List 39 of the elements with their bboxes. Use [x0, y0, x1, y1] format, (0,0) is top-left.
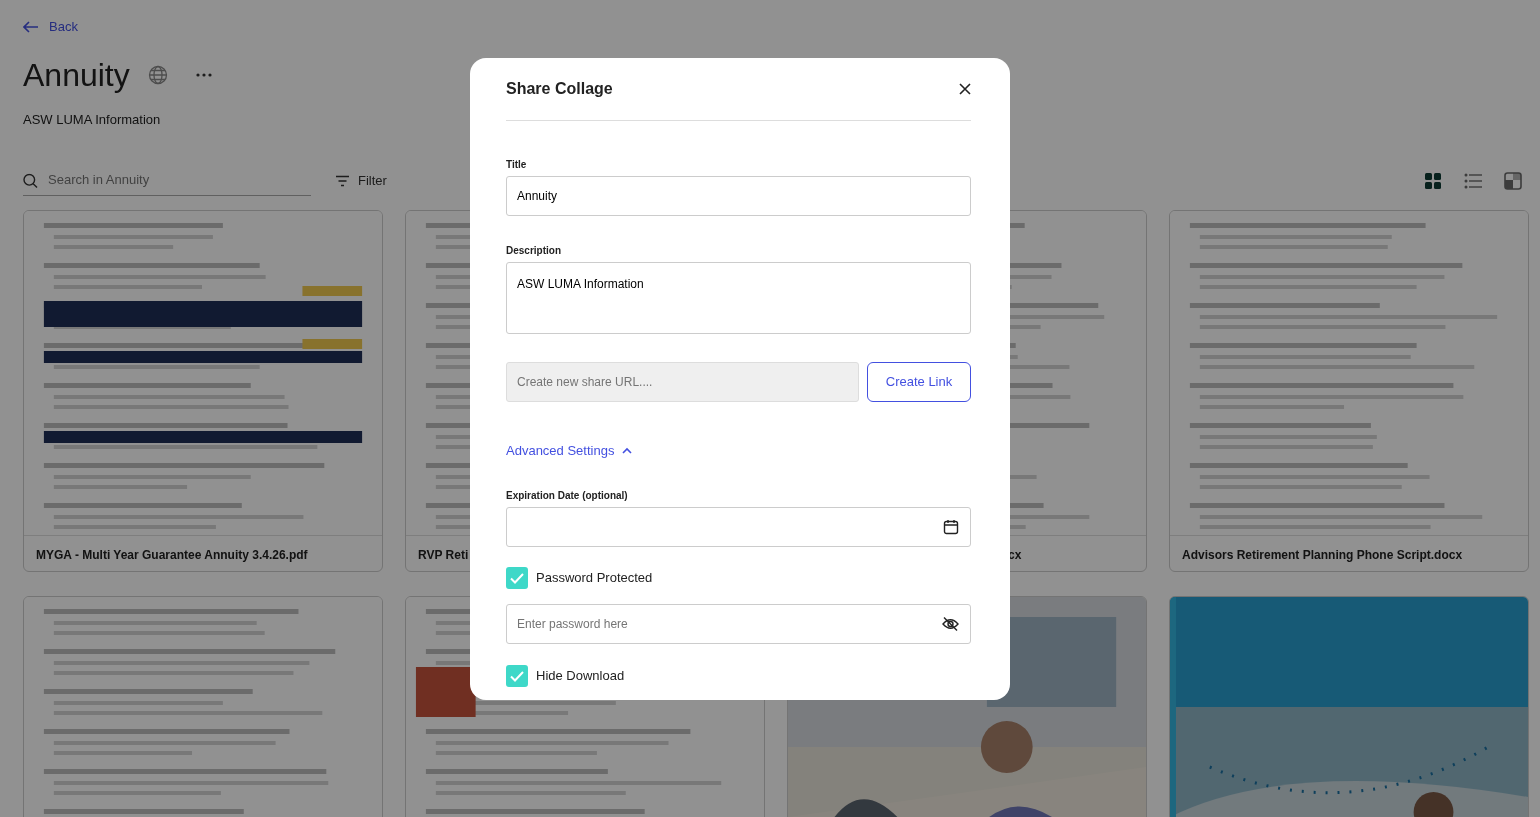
globe-icon[interactable] — [147, 65, 168, 86]
arrow-left-icon — [23, 21, 39, 33]
checkbox[interactable] — [506, 567, 528, 589]
document-card[interactable]: Advisors Retirement Planning Phone Script.docx — [1169, 210, 1529, 573]
page-subtitle: ASW LUMA Information — [23, 111, 162, 130]
password-field[interactable]: Enter password here — [506, 604, 971, 644]
grid-view-icon[interactable] — [1424, 172, 1442, 191]
description-field[interactable]: ASW LUMA Information — [506, 262, 971, 334]
field-label: Title — [506, 158, 528, 172]
checkbox-label: Hide Download — [536, 667, 625, 686]
search-icon — [23, 173, 38, 189]
calendar-icon[interactable] — [943, 519, 959, 535]
create-link-button[interactable]: Create Link — [867, 362, 971, 402]
modal-title: Share Collage — [506, 79, 613, 99]
filter-button[interactable]: Filter — [329, 170, 393, 192]
list-view-icon[interactable] — [1464, 172, 1482, 191]
search-field[interactable]: Search in Annuity — [23, 165, 311, 197]
checkmark-icon — [510, 670, 524, 682]
chevron-icon — [622, 447, 633, 455]
field-label: Description — [506, 244, 562, 258]
document-card[interactable]: MYGA - Multi Year Guarantee Annuity 3.4.26.pdf — [23, 210, 383, 573]
share-url-field[interactable]: Create new share URL.... — [506, 362, 859, 402]
layout-icon[interactable] — [1504, 172, 1522, 191]
checkmark-icon — [510, 572, 524, 584]
title-field[interactable]: Annuity — [506, 176, 971, 216]
date-field[interactable] — [506, 507, 971, 547]
checkbox-label: Password Protected — [536, 569, 653, 588]
field-label: Expiration Date (optional) — [506, 489, 629, 503]
more-icon[interactable] — [195, 73, 212, 78]
card-title: MYGA - Multi Year Guarantee Annuity 3.4.26.pdf — [36, 548, 308, 563]
card-title: RVP Reti — [418, 548, 469, 563]
close-icon[interactable] — [959, 83, 971, 95]
advanced-settings-toggle[interactable]: Advanced Settings — [506, 441, 633, 461]
checkbox[interactable] — [506, 665, 528, 687]
card-title: Advisors Retirement Planning Phone Script.docx — [1182, 548, 1463, 563]
filter-icon — [335, 175, 350, 188]
hide-password-icon[interactable] — [942, 616, 959, 632]
back-link[interactable]: Back — [23, 17, 78, 37]
page-title: Annuity — [23, 56, 130, 95]
